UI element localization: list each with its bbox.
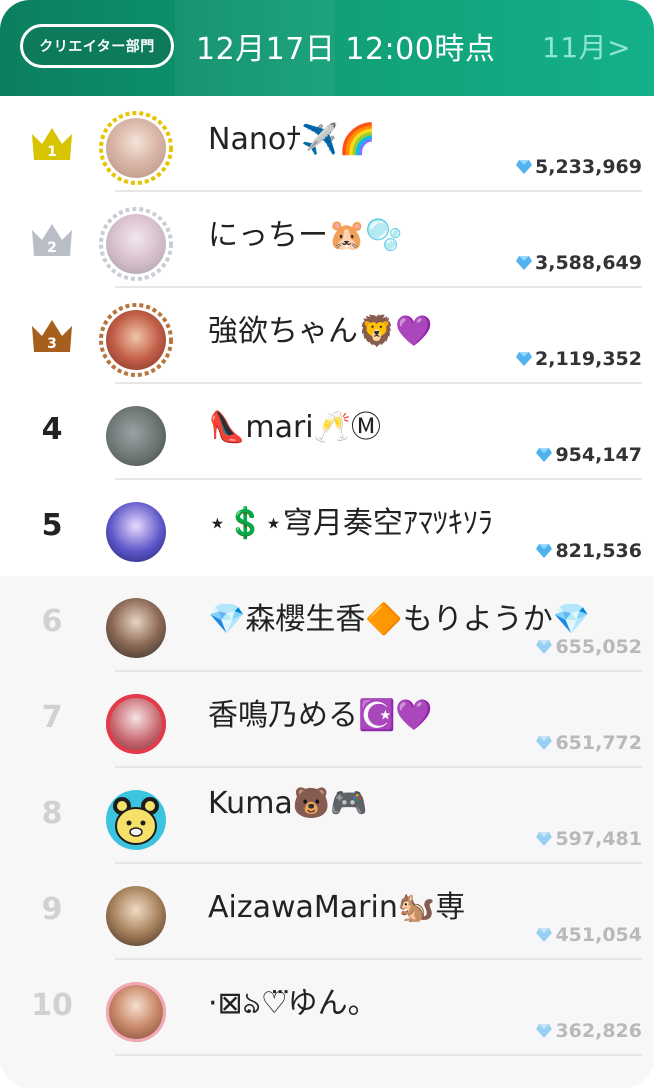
date-label: 12月17日 12:00時点 [196,32,496,67]
rank-number: 9 [41,892,63,927]
score-value: 362,826 [555,1020,642,1042]
rank-number: 1 [47,144,57,160]
avatar[interactable] [98,494,174,570]
avatar[interactable] [98,974,174,1050]
avatar[interactable] [98,110,174,186]
score-value: 451,054 [555,924,642,946]
score: 954,147 [535,444,642,466]
score: 655,052 [535,636,642,658]
ranking-list: 1 Nanoﾅ✈️🌈 5,233,969 2 にっちー🐹🫧 3,588,649 … [0,96,654,1088]
creator-name[interactable]: AizawaMarin🐿️専 [208,882,465,926]
avatar[interactable] [98,302,174,378]
category-badge[interactable]: クリエイター部門 [20,24,174,68]
creator-name[interactable]: Kuma🐻🎮 [208,786,368,821]
score: 821,536 [535,540,642,562]
creator-name[interactable]: Nanoﾅ✈️🌈 [208,114,376,158]
ranking-row[interactable]: 4 👠mari🥂Ⓜ 954,147 [0,384,654,480]
diamond-icon [516,160,533,174]
score: 451,054 [535,924,642,946]
score: 362,826 [535,1020,642,1042]
creator-name[interactable]: にっちー🐹🫧 [208,210,403,254]
ranking-row[interactable]: 8 Kuma🐻🎮 597,481 [0,768,654,864]
ranking-row[interactable]: 9 AizawaMarin🐿️専 451,054 [0,864,654,960]
score: 651,772 [535,732,642,754]
avatar[interactable] [98,782,174,858]
ranking-row[interactable]: 3 強欲ちゃん🦁💜 2,119,352 [0,288,654,384]
ranking-row[interactable]: 5 ⋆💲⋆穹月奏空ｱﾏﾂｷｿﾗ 821,536 [0,480,654,576]
rank-number: 7 [41,700,63,735]
diamond-icon [536,640,553,654]
ranking-row[interactable]: 7 香鳴乃める☪️💜 651,772 [0,672,654,768]
avatar[interactable] [98,206,174,282]
rank-number: 4 [41,412,63,447]
creator-name[interactable]: 香鳴乃める☪️💜 [208,690,433,734]
diamond-icon [536,832,553,846]
score-value: 5,233,969 [535,156,642,178]
score: 597,481 [535,828,642,850]
bear-avatar-icon [113,797,159,845]
score: 5,233,969 [515,156,642,178]
score-value: 2,119,352 [535,348,642,370]
ranking-header: クリエイター部門 12月17日 12:00時点 11月> [0,0,654,96]
row-divider [115,1054,642,1056]
creator-name[interactable]: ⋆💲⋆穹月奏空ｱﾏﾂｷｿﾗ [208,498,493,542]
score-value: 597,481 [555,828,642,850]
score: 2,119,352 [515,348,642,370]
rank-number: 2 [47,240,57,256]
rank-number: 3 [47,336,57,352]
creator-name[interactable]: 強欲ちゃん🦁💜 [208,306,433,350]
ranking-row[interactable]: 1 Nanoﾅ✈️🌈 5,233,969 [0,96,654,192]
diamond-icon [516,256,533,270]
score-value: 954,147 [555,444,642,466]
rank-number: 8 [41,796,63,831]
creator-name[interactable]: 👠mari🥂Ⓜ [208,402,381,446]
ranking-row[interactable]: 2 にっちー🐹🫧 3,588,649 [0,192,654,288]
score: 3,588,649 [515,252,642,274]
gold-crown-icon: 1 [32,128,72,160]
ranking-row[interactable]: 6 💎森櫻生香🔶もりようか💎 655,052 [0,576,654,672]
next-month-link[interactable]: 11月> [542,26,631,66]
diamond-icon [536,928,553,942]
creator-name[interactable]: 💎森櫻生香🔶もりようか💎 [208,594,590,638]
diamond-icon [516,352,533,366]
score-value: 655,052 [555,636,642,658]
diamond-icon [536,544,553,558]
silver-crown-icon: 2 [32,224,72,256]
rank-number: 10 [31,988,73,1023]
creator-name[interactable]: ·⊠ঌ♡⃛ゆん。 [208,978,378,1030]
score-value: 3,588,649 [535,252,642,274]
diamond-icon [536,448,553,462]
rank-number: 6 [41,604,63,639]
list-footer [0,1056,654,1088]
avatar[interactable] [98,590,174,666]
bronze-crown-icon: 3 [32,320,72,352]
avatar[interactable] [98,686,174,762]
ranking-row[interactable]: 10 ·⊠ঌ♡⃛ゆん。 362,826 [0,960,654,1056]
avatar[interactable] [98,878,174,954]
score-value: 651,772 [555,732,642,754]
avatar[interactable] [98,398,174,474]
rank-number: 5 [41,508,63,543]
diamond-icon [536,1024,553,1038]
ranking-card: クリエイター部門 12月17日 12:00時点 11月> 1 Nanoﾅ✈️🌈 … [0,0,654,1088]
score-value: 821,536 [555,540,642,562]
diamond-icon [536,736,553,750]
